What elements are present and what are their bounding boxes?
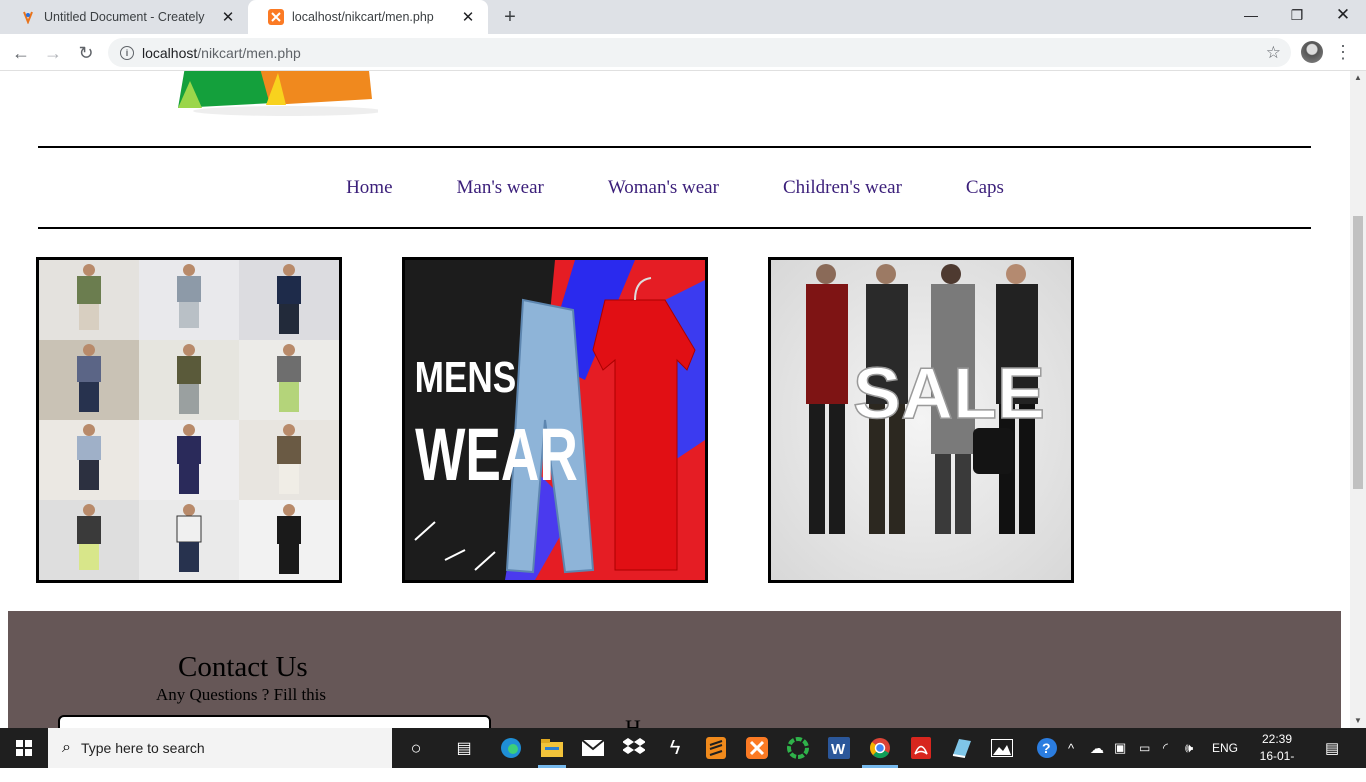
footer-heading-partial: H [625,715,641,728]
tab-title: localhost/nikcart/men.php [292,10,434,24]
page-viewport: Home Man's wear Woman's wear Children's … [0,71,1350,728]
banner-text-mens: MENS [415,353,517,402]
device-icon[interactable]: ▣ [1114,728,1126,768]
contact-name-field[interactable] [58,715,491,728]
forward-icon[interactable]: → [40,40,66,66]
sublime-text-icon[interactable] [702,734,730,762]
volume-icon[interactable]: 🕪 [1185,728,1193,768]
wifi-icon[interactable]: ◜ [1163,728,1168,768]
file-explorer-icon[interactable] [538,734,566,762]
battery-icon[interactable]: ▭ [1139,728,1150,768]
main-nav: Home Man's wear Woman's wear Children's … [0,177,1350,201]
windows-start-icon[interactable] [0,728,48,768]
card-men-collection[interactable] [36,257,342,583]
menu-top-rule [38,146,1311,148]
browser-tab-strip: Untitled Document - Creately ✕ localhost… [0,0,1366,34]
dropbox-icon[interactable] [620,734,648,762]
close-tab-icon[interactable]: ✕ [218,7,238,27]
contact-title: Contact Us [178,651,308,683]
close-window-icon[interactable]: ✕ [1320,0,1366,30]
sale-banner-image: SALE [771,260,1071,580]
word-icon[interactable]: W [825,734,853,762]
restore-icon[interactable]: ❐ [1274,0,1320,30]
scroll-up-icon[interactable]: ▲ [1350,71,1366,85]
nav-mens-wear[interactable]: Man's wear [457,177,544,201]
url-text: localhost/nikcart/men.php [142,44,301,61]
edge-icon[interactable] [497,734,525,762]
tray-expand-icon[interactable]: ^ [1068,728,1074,768]
language-indicator[interactable]: ENG [1212,728,1238,768]
close-tab-icon[interactable]: ✕ [458,7,478,27]
browser-menu-icon[interactable]: ⋮ [1334,40,1352,64]
card-sale-banner[interactable]: SALE [768,257,1074,583]
tab-creately[interactable]: Untitled Document - Creately ✕ [0,0,248,34]
cortana-icon[interactable]: ○ [402,734,430,762]
nav-home[interactable]: Home [346,177,392,201]
mens-wear-banner-image: MENS WEAR [405,260,705,580]
nav-womens-wear[interactable]: Woman's wear [608,177,719,201]
creately-favicon-icon [20,9,36,25]
nav-childrens-wear[interactable]: Children's wear [783,177,902,201]
banner-text-wear: WEAR [415,413,578,496]
scrollbar-thumb[interactable] [1353,216,1363,489]
xampp-favicon-icon [268,9,284,25]
acrobat-icon[interactable] [907,734,935,762]
sale-text: SALE [853,354,1045,434]
card-mens-wear-banner[interactable]: MENS WEAR [402,257,708,583]
menu-bottom-rule [38,227,1311,229]
page-scrollbar[interactable]: ▲ ▼ [1350,71,1366,728]
scroll-down-icon[interactable]: ▼ [1350,714,1366,728]
contact-subtitle: Any Questions ? Fill this [156,685,327,704]
minimize-icon[interactable]: — [1228,0,1274,30]
task-view-icon[interactable]: ▤ [450,734,478,762]
chrome-icon[interactable] [866,734,894,762]
tab-men-php[interactable]: localhost/nikcart/men.php ✕ [248,0,488,34]
notes-app-icon[interactable] [948,734,976,762]
app-bolt-icon[interactable]: ϟ [661,734,689,762]
site-info-icon[interactable]: i [120,45,134,60]
profile-avatar[interactable] [1301,41,1323,63]
clock-time: 22:39 [1261,732,1293,746]
contact-footer: Contact Us Any Questions ? Fill this H [8,611,1341,728]
notification-center-icon[interactable]: ▤ [1325,728,1339,768]
clock-date: 16-01-2021 [1259,749,1295,780]
reload-icon[interactable]: ↻ [73,40,99,66]
tab-title: Untitled Document - Creately [44,10,205,24]
address-bar[interactable]: i localhost/nikcart/men.php ☆ [108,38,1291,67]
svg-text:W: W [831,741,846,758]
taskbar-search-placeholder: Type here to search [80,740,205,756]
bookmark-star-icon[interactable]: ☆ [1266,43,1281,63]
onedrive-icon[interactable]: ☁ [1090,728,1104,768]
back-icon[interactable]: ← [8,40,34,66]
mail-icon[interactable] [579,734,607,762]
windows-taskbar: ⌕ Type here to search ○ ▤ ϟ W ? ^ ☁ ▣ ▭ … [0,728,1366,780]
new-tab-icon[interactable]: + [498,5,522,29]
svg-text:?: ? [1042,740,1051,756]
shopping-bags-logo [178,71,378,116]
men-collection-image [39,260,339,580]
system-clock[interactable]: 22:39 16-01-2021 [1247,731,1307,782]
taskbar-search[interactable]: ⌕ Type here to search [48,728,392,768]
xampp-icon[interactable] [743,734,771,762]
green-app-icon[interactable] [784,734,812,762]
help-icon[interactable]: ? [1036,728,1058,768]
search-icon: ⌕ [62,739,71,756]
nav-caps[interactable]: Caps [966,177,1004,201]
browser-toolbar: ← → ↻ i localhost/nikcart/men.php ☆ [0,34,1366,71]
photos-icon[interactable] [988,734,1016,762]
